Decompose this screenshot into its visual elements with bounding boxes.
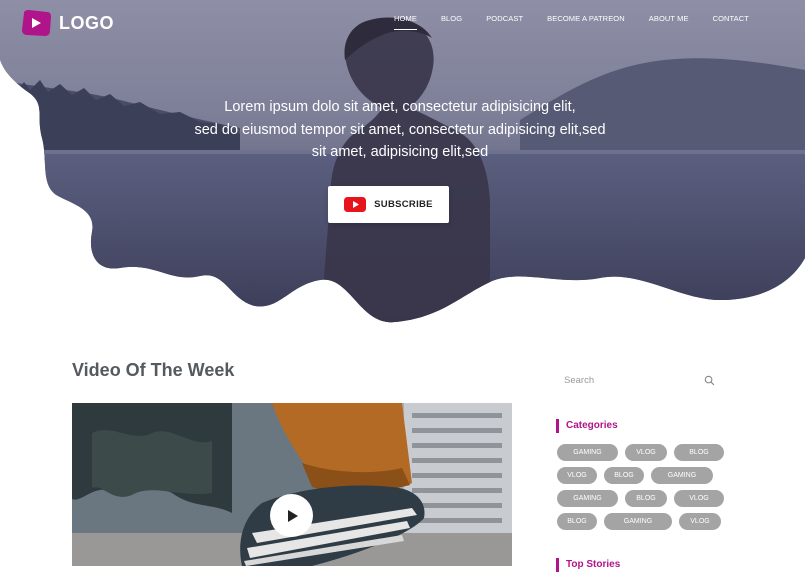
subscribe-label: SUBSCRIBE: [374, 199, 433, 210]
categories-heading: Categories: [556, 419, 618, 433]
video-thumbnail[interactable]: [72, 403, 512, 566]
tag-vlog[interactable]: VLOG: [679, 513, 721, 530]
play-logo-icon: [22, 10, 51, 36]
hero-section: LOGO HOME BLOG PODCAST BECOME A PATREON …: [0, 0, 805, 330]
tag-gaming[interactable]: GAMING: [651, 467, 713, 484]
search-box: [556, 369, 721, 391]
nav-about-me[interactable]: ABOUT ME: [637, 14, 701, 24]
hero-text-line-2: sed do eiusmod tempor sit amet, consecte…: [194, 121, 606, 138]
logo-text: LOGO: [59, 12, 114, 33]
tag-blog[interactable]: BLOG: [674, 444, 724, 461]
hero-text: Lorem ipsum dolo sit amet, consectetur a…: [160, 96, 640, 164]
video-of-the-week-title: Video Of The Week: [72, 360, 235, 380]
search-icon[interactable]: [704, 375, 715, 386]
tag-vlog[interactable]: VLOG: [625, 444, 667, 461]
tag-blog[interactable]: BLOG: [625, 490, 667, 507]
nav-become-a-patreon[interactable]: BECOME A PATREON: [535, 14, 637, 24]
top-stories-heading: Top Stories: [556, 558, 620, 572]
nav-home[interactable]: HOME: [382, 14, 429, 30]
tag-row: GAMING VLOG BLOG: [557, 444, 727, 461]
play-button[interactable]: [270, 494, 313, 537]
category-tags: GAMING VLOG BLOG VLOG BLOG GAMING GAMING…: [557, 444, 727, 536]
play-icon: [287, 509, 298, 522]
tag-vlog[interactable]: VLOG: [557, 467, 597, 484]
main-nav: HOME BLOG PODCAST BECOME A PATREON ABOUT…: [382, 14, 761, 30]
tag-gaming[interactable]: GAMING: [604, 513, 672, 530]
search-input[interactable]: [556, 374, 694, 386]
subscribe-button[interactable]: SUBSCRIBE: [328, 186, 449, 223]
tag-gaming[interactable]: GAMING: [557, 444, 618, 461]
nav-podcast[interactable]: PODCAST: [474, 14, 535, 24]
tag-blog[interactable]: BLOG: [557, 513, 597, 530]
tag-row: BLOG GAMING VLOG: [557, 513, 727, 530]
logo[interactable]: LOGO: [21, 10, 114, 36]
video-thumbnail-image: [72, 403, 512, 566]
nav-blog[interactable]: BLOG: [429, 14, 474, 24]
tag-gaming[interactable]: GAMING: [557, 490, 618, 507]
nav-contact[interactable]: CONTACT: [701, 14, 761, 24]
tag-row: GAMING BLOG VLOG: [557, 490, 727, 507]
hero-text-line-3: sit amet, adipisicing elit,sed: [311, 144, 489, 160]
tag-vlog[interactable]: VLOG: [674, 490, 724, 507]
hero-background-image: [0, 0, 805, 323]
youtube-icon: [344, 197, 367, 212]
hero-text-line-1: Lorem ipsum dolo sit amet, consectetur a…: [224, 99, 576, 115]
tag-blog[interactable]: BLOG: [604, 467, 644, 484]
tag-row: VLOG BLOG GAMING: [557, 467, 727, 484]
